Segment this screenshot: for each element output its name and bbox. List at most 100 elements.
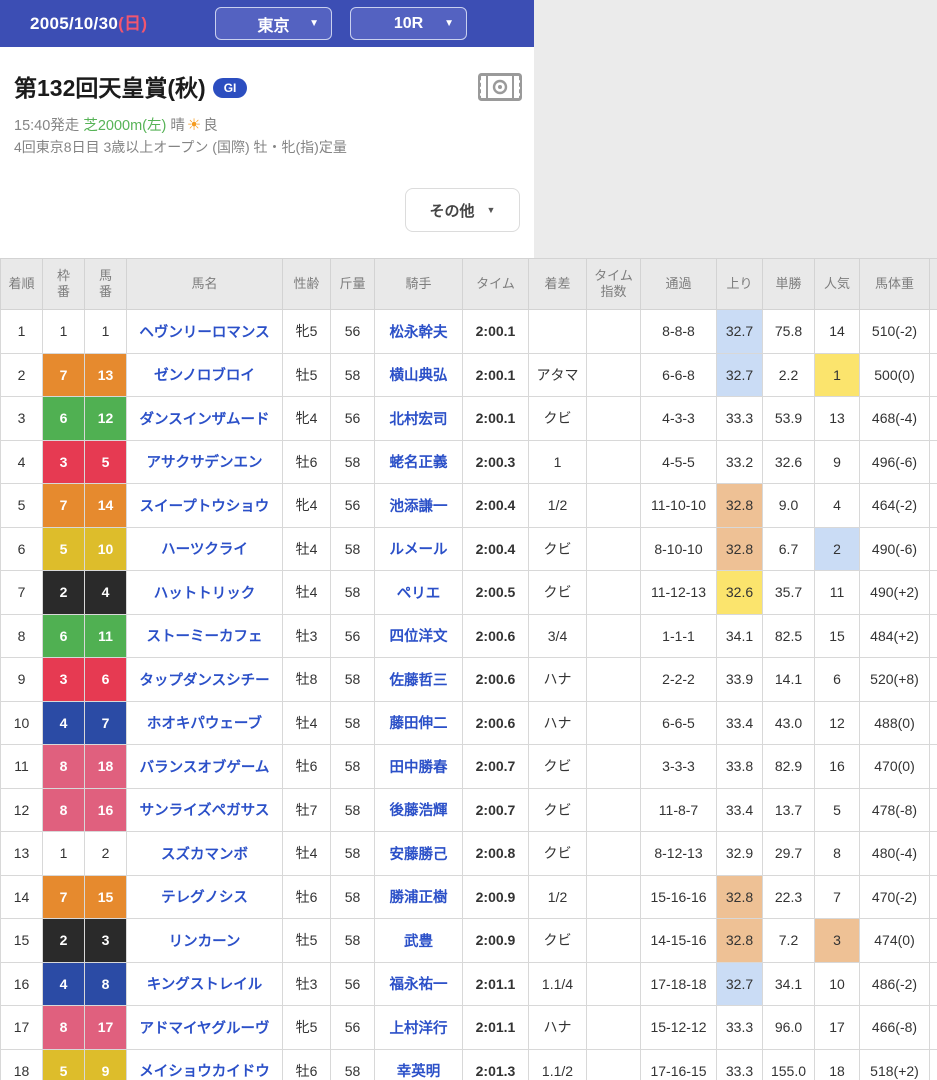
cell-body: 490(+2) xyxy=(860,571,930,615)
horse-link[interactable]: テレグノシス xyxy=(161,890,248,906)
jockey-link[interactable]: 武豊 xyxy=(404,934,433,950)
cell-passing: 15-12-12 xyxy=(641,1006,717,1050)
cell-margin: ハナ xyxy=(529,1006,587,1050)
chevron-down-icon: ▼ xyxy=(487,205,496,215)
results-table-head: 着順枠番馬番馬名性齢斤量騎手タイム着差タイム指数通過上り単勝人気馬体重 xyxy=(1,259,937,310)
cell-stub xyxy=(930,832,937,876)
cell-time: 2:01.1 xyxy=(463,962,529,1006)
jockey-link[interactable]: 松永幹夫 xyxy=(390,325,448,341)
cell-pop: 11 xyxy=(815,571,860,615)
cell-odds: 22.3 xyxy=(763,875,815,919)
jockey-link[interactable]: 四位洋文 xyxy=(390,629,448,645)
jockey-link[interactable]: 北村宏司 xyxy=(390,412,448,428)
horse-link[interactable]: リンカーン xyxy=(169,934,241,950)
cell-jockey: 勝浦正樹 xyxy=(375,875,463,919)
jockey-link[interactable]: 池添謙一 xyxy=(390,499,448,515)
horse-link[interactable]: メイショウカイドウ xyxy=(139,1064,270,1080)
cell-pop: 13 xyxy=(815,397,860,441)
horse-link[interactable]: アサクサデンエン xyxy=(147,455,263,471)
cell-passing: 11-8-7 xyxy=(641,788,717,832)
cell-odds: 6.7 xyxy=(763,527,815,571)
jockey-link[interactable]: 福永祐一 xyxy=(390,977,448,993)
cell-body: 466(-8) xyxy=(860,1006,930,1050)
jockey-link[interactable]: 上村洋行 xyxy=(390,1021,448,1037)
jockey-link[interactable]: 幸英明 xyxy=(397,1064,441,1080)
jockey-link[interactable]: ペリエ xyxy=(397,586,441,602)
cell-pos: 15 xyxy=(1,919,43,963)
horse-link[interactable]: スズカマンボ xyxy=(161,847,248,863)
cell-index xyxy=(587,745,641,789)
venue-dropdown[interactable]: 東京 ▼ xyxy=(215,7,332,40)
cell-horse: ハットトリック xyxy=(127,571,283,615)
cell-waku: 8 xyxy=(43,1006,85,1050)
horse-link[interactable]: キングストレイル xyxy=(147,977,263,993)
cell-sex_age: 牡6 xyxy=(283,440,331,484)
cell-time: 2:00.6 xyxy=(463,658,529,702)
chevron-down-icon: ▼ xyxy=(444,18,454,29)
cell-sex_age: 牡7 xyxy=(283,788,331,832)
cell-margin: クビ xyxy=(529,397,587,441)
video-camera-icon[interactable] xyxy=(478,73,522,101)
other-menu-button[interactable]: その他 ▼ xyxy=(405,188,520,232)
cell-body: 518(+2) xyxy=(860,1049,930,1080)
table-row: 2713ゼンノロブロイ牡558横山典弘2:00.1アタマ6-6-832.72.2… xyxy=(1,353,937,397)
jockey-link[interactable]: 勝浦正樹 xyxy=(390,890,448,906)
cell-weight: 58 xyxy=(331,788,375,832)
col-header-margin: 着差 xyxy=(529,259,587,310)
jockey-link[interactable]: ルメール xyxy=(390,542,448,558)
table-row: 17817アドマイヤグルーヴ牝556上村洋行2:01.1ハナ15-12-1233… xyxy=(1,1006,937,1050)
cell-index xyxy=(587,310,641,354)
cell-sex_age: 牡3 xyxy=(283,962,331,1006)
cell-time: 2:00.3 xyxy=(463,440,529,484)
col-header-agari: 上り xyxy=(717,259,763,310)
jockey-link[interactable]: 蛯名正義 xyxy=(390,455,448,471)
col-header-waku: 枠番 xyxy=(43,259,85,310)
cell-jockey: 上村洋行 xyxy=(375,1006,463,1050)
race-conditions-line1: 15:40発走 芝2000m(左) 晴☀良 xyxy=(14,114,218,135)
cell-odds: 35.7 xyxy=(763,571,815,615)
horse-link[interactable]: ホオキパウェーブ xyxy=(147,716,262,732)
jockey-link[interactable]: 横山典弘 xyxy=(390,368,448,384)
jockey-link[interactable]: 佐藤哲三 xyxy=(390,673,448,689)
table-row: 1047ホオキパウェーブ牡458藤田伸二2:00.6ハナ6-6-533.443.… xyxy=(1,701,937,745)
jockey-link[interactable]: 藤田伸二 xyxy=(390,716,448,732)
horse-link[interactable]: タップダンスシチー xyxy=(139,673,269,689)
horse-link[interactable]: ダンスインザムード xyxy=(140,412,270,428)
cell-index xyxy=(587,353,641,397)
horse-link[interactable]: バランスオブゲーム xyxy=(140,760,270,776)
horse-link[interactable]: サンライズペガサス xyxy=(140,803,270,819)
horse-link[interactable]: ヘヴンリーロマンス xyxy=(139,325,269,341)
cell-waku: 7 xyxy=(43,484,85,528)
cell-num: 2 xyxy=(85,832,127,876)
start-time: 15:40発走 xyxy=(14,118,79,134)
cell-stub xyxy=(930,614,937,658)
cell-sex_age: 牡6 xyxy=(283,875,331,919)
horse-link[interactable]: ゼンノロブロイ xyxy=(154,368,255,384)
horse-link[interactable]: スイープトウショウ xyxy=(140,499,270,515)
cell-jockey: 横山典弘 xyxy=(375,353,463,397)
horse-link[interactable]: ハーツクライ xyxy=(161,542,248,558)
cell-jockey: 藤田伸二 xyxy=(375,701,463,745)
horse-link[interactable]: ストーミーカフェ xyxy=(147,629,263,645)
jockey-link[interactable]: 後藤浩輝 xyxy=(390,803,448,819)
jockey-link[interactable]: 田中勝春 xyxy=(390,760,448,776)
cell-time: 2:00.7 xyxy=(463,745,529,789)
horse-link[interactable]: アドマイヤグルーヴ xyxy=(139,1021,269,1037)
cell-index xyxy=(587,484,641,528)
table-row: 936タップダンスシチー牡858佐藤哲三2:00.6ハナ2-2-233.914.… xyxy=(1,658,937,702)
cell-waku: 2 xyxy=(43,571,85,615)
cell-stub xyxy=(930,788,937,832)
cell-agari: 33.3 xyxy=(717,1049,763,1080)
cell-body: 474(0) xyxy=(860,919,930,963)
jockey-link[interactable]: 安藤勝己 xyxy=(390,847,448,863)
table-row: 724ハットトリック牡458ペリエ2:00.5クビ11-12-1332.635.… xyxy=(1,571,937,615)
table-row: 14715テレグノシス牡658勝浦正樹2:00.91/215-16-1632.8… xyxy=(1,875,937,919)
cell-jockey: 佐藤哲三 xyxy=(375,658,463,702)
horse-link[interactable]: ハットトリック xyxy=(154,586,256,602)
cell-agari: 33.3 xyxy=(717,1006,763,1050)
sun-icon: ☀ xyxy=(187,117,201,134)
cell-horse: ダンスインザムード xyxy=(127,397,283,441)
race-number-dropdown[interactable]: 10R ▼ xyxy=(350,7,467,40)
race-result-page: 2005/10/30(日) 東京 ▼ 10R ▼ 第132回天皇賞(秋)GI xyxy=(0,0,937,1080)
cell-sex_age: 牝4 xyxy=(283,397,331,441)
